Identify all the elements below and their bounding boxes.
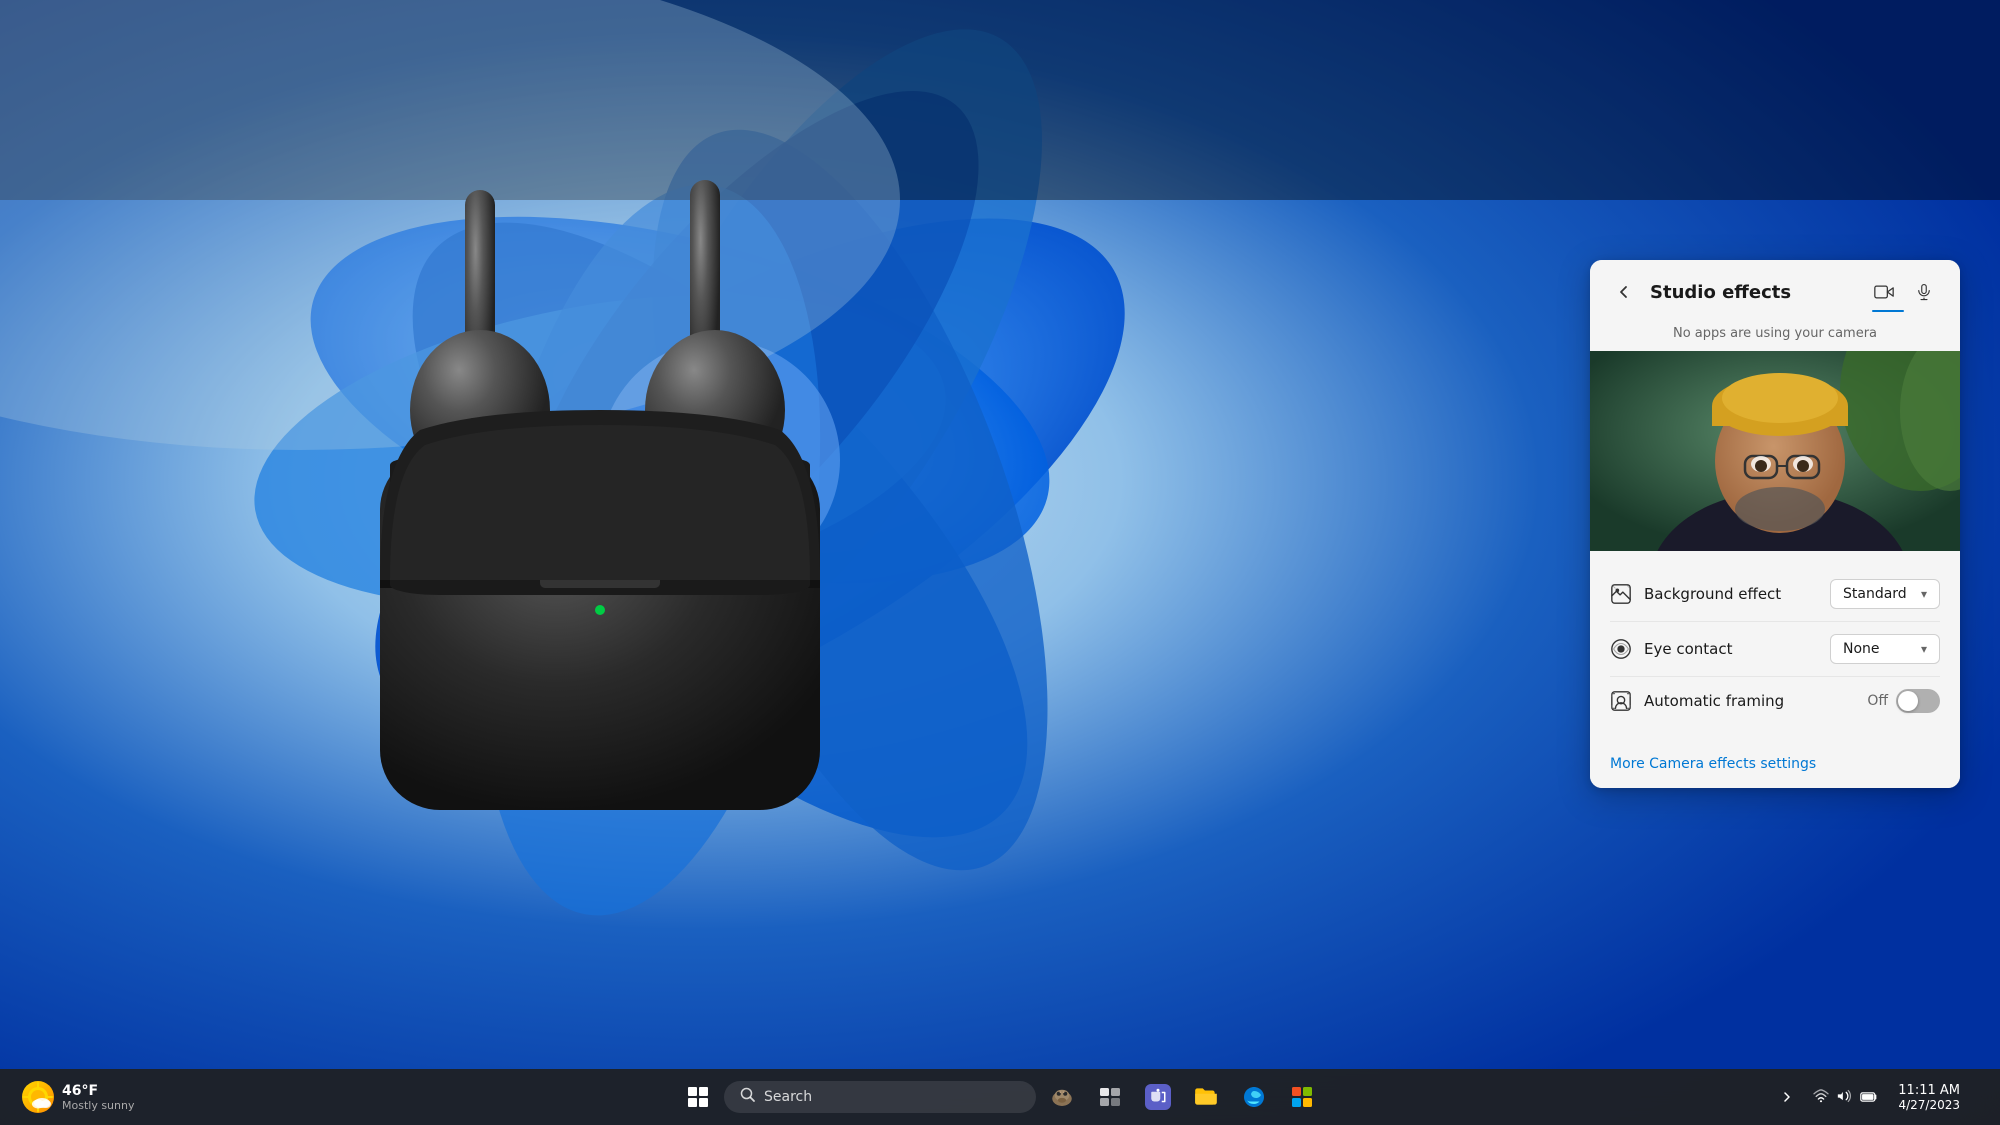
store-icon (1289, 1084, 1315, 1110)
taskbar-app-widgets[interactable] (1040, 1075, 1084, 1119)
file-explorer-icon (1193, 1084, 1219, 1110)
eye-contact-chevron: ▾ (1921, 642, 1927, 656)
system-clock[interactable]: 11:11 AM 4/27/2023 (1890, 1079, 1968, 1116)
desktop: Studio effects (0, 0, 2000, 1125)
clock-time: 11:11 AM (1898, 1083, 1960, 1098)
background-effect-icon (1610, 583, 1632, 605)
taskbar-app-store[interactable] (1280, 1075, 1324, 1119)
show-hidden-icons-button[interactable] (1773, 1075, 1801, 1119)
automatic-framing-toggle-container: Off (1867, 689, 1940, 713)
eye-contact-icon (1610, 638, 1632, 660)
airpods-image (300, 100, 900, 820)
taskbar-center: Search (676, 1075, 1324, 1119)
search-icon (740, 1087, 756, 1107)
automatic-framing-toggle[interactable] (1896, 689, 1940, 713)
panel-header-icons (1868, 276, 1940, 308)
taskbar-right: 11:11 AM 4/27/2023 (1773, 1075, 1988, 1119)
background-effect-label-group: Background effect (1610, 583, 1781, 605)
weather-description: Mostly sunny (62, 1099, 134, 1112)
widgets-icon (1049, 1084, 1075, 1110)
automatic-framing-value-label: Off (1867, 693, 1888, 709)
more-settings-section: More Camera effects settings (1590, 741, 1960, 788)
panel-header: Studio effects (1590, 260, 1960, 320)
background-effect-chevron: ▾ (1921, 587, 1927, 601)
eye-contact-select[interactable]: None ▾ (1830, 634, 1940, 664)
background-effect-row: Background effect Standard ▾ (1610, 567, 1940, 622)
camera-icon-btn[interactable] (1868, 276, 1900, 308)
volume-icon (1837, 1088, 1852, 1107)
start-button[interactable] (676, 1075, 720, 1119)
weather-temperature: 46°F (62, 1083, 134, 1099)
battery-icon (1860, 1088, 1878, 1107)
weather-text: 46°F Mostly sunny (62, 1083, 134, 1112)
search-label: Search (764, 1089, 812, 1105)
system-tray[interactable] (1805, 1084, 1886, 1111)
background-effect-select[interactable]: Standard ▾ (1830, 579, 1940, 609)
more-settings-link[interactable]: More Camera effects settings (1610, 756, 1816, 772)
back-button[interactable] (1610, 278, 1638, 306)
windows-logo-tile-3 (688, 1098, 697, 1107)
teams-icon (1145, 1084, 1171, 1110)
weather-widget[interactable]: 46°F Mostly sunny (12, 1075, 144, 1119)
automatic-framing-label-group: Automatic framing (1610, 690, 1784, 712)
automatic-framing-icon (1610, 690, 1632, 712)
taskbar-app-file-explorer[interactable] (1184, 1075, 1228, 1119)
panel-controls: Background effect Standard ▾ (1590, 551, 1960, 741)
eye-contact-value: None (1843, 641, 1880, 657)
wifi-icon (1813, 1088, 1829, 1107)
weather-icon (22, 1081, 54, 1113)
eye-contact-row: Eye contact None ▾ (1610, 622, 1940, 677)
search-bar[interactable]: Search (724, 1081, 1036, 1113)
notification-center[interactable] (1972, 1075, 1988, 1119)
windows-logo-tile-4 (699, 1098, 708, 1107)
windows-logo-tile-1 (688, 1087, 697, 1096)
panel-title: Studio effects (1650, 282, 1791, 303)
studio-effects-panel: Studio effects (1590, 260, 1960, 788)
background-effect-value: Standard (1843, 586, 1907, 602)
panel-header-left: Studio effects (1610, 278, 1791, 306)
task-view-icon (1097, 1084, 1123, 1110)
no-apps-message: No apps are using your camera (1590, 320, 1960, 351)
clock-date: 4/27/2023 (1898, 1098, 1960, 1112)
toggle-knob (1898, 691, 1918, 711)
taskbar: 46°F Mostly sunny (0, 1069, 2000, 1125)
windows-logo (688, 1087, 708, 1107)
edge-icon (1241, 1084, 1267, 1110)
taskbar-app-task-view[interactable] (1088, 1075, 1132, 1119)
eye-contact-label: Eye contact (1644, 640, 1732, 658)
eye-contact-label-group: Eye contact (1610, 638, 1732, 660)
taskbar-app-teams[interactable] (1136, 1075, 1180, 1119)
mic-icon-btn[interactable] (1908, 276, 1940, 308)
automatic-framing-row: Automatic framing Off (1610, 677, 1940, 725)
camera-preview (1590, 351, 1960, 551)
automatic-framing-label: Automatic framing (1644, 692, 1784, 710)
windows-logo-tile-2 (699, 1087, 708, 1096)
taskbar-app-edge[interactable] (1232, 1075, 1276, 1119)
background-effect-label: Background effect (1644, 585, 1781, 603)
